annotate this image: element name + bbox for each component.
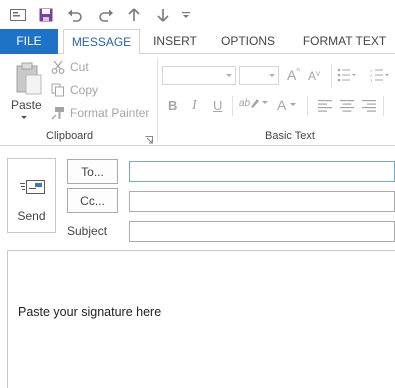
paste-dropdown-icon [21,116,27,119]
customize-dropdown-icon[interactable] [180,6,192,24]
bullets-icon[interactable] [337,68,357,85]
format-painter-icon [50,105,66,121]
send-button[interactable]: Send [7,158,56,233]
copy-icon [50,82,66,98]
quick-access-toolbar [0,0,395,29]
cc-field[interactable] [129,191,395,212]
tab-message[interactable]: MESSAGE [63,29,140,55]
chevron-down-icon [269,74,275,77]
message-body[interactable]: Paste your signature here [7,250,395,388]
underline-button[interactable]: U [213,98,222,113]
clipboard-paste-icon [14,62,44,96]
cc-button[interactable]: Cc... [67,188,118,213]
scissors-icon [50,59,66,75]
basic-text-group-label: Basic Text [265,130,315,142]
divider [307,96,308,116]
divider [383,96,384,116]
divider [232,96,233,116]
format-painter-label: Format Painter [70,106,150,120]
highlight-button[interactable]: ab [239,95,269,109]
svg-text:3: 3 [370,78,373,82]
ribbon-tabs: FILE MESSAGE INSERT OPTIONS FORMAT TEXT [0,29,395,55]
font-color-button[interactable]: A [277,97,297,113]
align-right-icon[interactable] [362,100,376,115]
divider [331,64,332,88]
to-field[interactable] [129,161,395,182]
chevron-down-icon [290,103,297,106]
tab-format-text[interactable]: FORMAT TEXT [294,29,395,54]
to-button[interactable]: To... [67,159,118,184]
align-center-icon[interactable] [340,100,354,115]
redo-icon[interactable] [95,6,117,24]
numbering-icon[interactable]: 123 [370,68,390,85]
bold-button[interactable]: B [168,98,177,113]
chevron-down-icon [262,101,269,104]
send-icon [20,177,46,200]
group-separator [157,58,158,142]
font-size-combobox[interactable] [239,66,279,85]
tab-options[interactable]: OPTIONS [215,29,281,54]
font-name-combobox[interactable] [162,66,236,85]
up-arrow-icon[interactable] [126,6,142,24]
tab-insert[interactable]: INSERT [146,29,204,54]
down-arrow-icon[interactable] [155,6,171,24]
save-icon[interactable] [36,6,56,24]
clipboard-launcher-icon[interactable] [145,133,153,147]
send-label: Send [17,209,46,223]
cut-label: Cut [70,60,89,74]
signature-placeholder-text: Paste your signature here [18,305,162,319]
shrink-font-button[interactable]: Av [308,69,320,83]
undo-icon[interactable] [64,6,86,24]
grow-font-button[interactable]: A^ [287,67,300,83]
subject-label: Subject [67,224,108,238]
paste-button[interactable]: Paste [4,56,46,126]
align-left-icon[interactable] [318,100,332,115]
ribbon: Paste Cut Copy Format Painter Clipboard … [0,54,395,146]
mail-icon[interactable] [8,6,28,24]
shrink-font-label: A [308,69,317,83]
tab-file[interactable]: FILE [0,29,58,54]
copy-label: Copy [70,83,99,97]
chevron-down-icon [226,74,232,77]
grow-font-label: A [287,67,297,83]
format-painter-button[interactable]: Format Painter [50,105,149,121]
highlighter-icon [251,99,260,108]
clipboard-group-label: Clipboard [46,130,94,142]
copy-button[interactable]: Copy [50,82,98,98]
highlight-label: ab [239,98,251,109]
cut-button[interactable]: Cut [50,59,89,75]
paste-label: Paste [11,98,42,112]
subject-field[interactable] [129,221,395,242]
font-color-label: A [277,97,287,113]
italic-button[interactable]: I [192,98,197,114]
